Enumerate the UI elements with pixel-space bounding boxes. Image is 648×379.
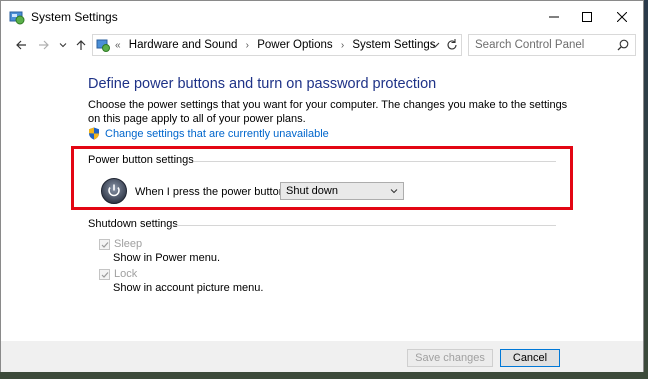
search-icon[interactable] [617, 39, 629, 51]
lock-label: Lock [114, 268, 138, 280]
checkmark-icon [101, 242, 109, 248]
highlight-box [71, 146, 573, 210]
chevron-down-icon[interactable] [429, 38, 441, 52]
page-description: Choose the power settings that you want … [88, 99, 568, 125]
sleep-checkbox[interactable] [99, 239, 110, 250]
search-input[interactable] [475, 38, 615, 52]
sleep-description: Show in Power menu. [113, 252, 220, 264]
page-title: Define power buttons and turn on passwor… [88, 76, 437, 92]
breadcrumb-overflow[interactable]: « [115, 40, 121, 51]
breadcrumb-system-settings[interactable]: System Settings [352, 39, 435, 51]
save-changes-button[interactable]: Save changes [407, 349, 493, 367]
shutdown-settings-label: Shutdown settings [88, 218, 178, 230]
lock-checkbox[interactable] [99, 269, 110, 280]
recent-locations-button[interactable] [55, 37, 71, 53]
change-settings-link-label[interactable]: Change settings that are currently unava… [105, 128, 329, 140]
arrow-right-icon [39, 40, 49, 50]
change-settings-link[interactable]: Change settings that are currently unava… [88, 127, 329, 140]
system-settings-window: System Settings « Hardware and Sound › P… [0, 0, 644, 372]
uac-shield-icon [89, 127, 99, 140]
forward-button[interactable] [36, 37, 52, 53]
refresh-icon[interactable] [445, 37, 459, 53]
control-panel-icon [96, 39, 110, 52]
chevron-right-icon[interactable]: › [246, 40, 249, 51]
maximize-icon [582, 11, 592, 22]
minimize-icon [549, 16, 559, 17]
up-button[interactable] [73, 37, 89, 53]
sleep-label: Sleep [114, 238, 143, 250]
checkmark-icon [101, 272, 109, 278]
window-title: System Settings [31, 10, 118, 24]
breadcrumb-hardware-and-sound[interactable]: Hardware and Sound [129, 39, 238, 51]
close-button[interactable] [599, 1, 645, 32]
chevron-right-icon[interactable]: › [341, 40, 344, 51]
lock-description: Show in account picture menu. [113, 282, 264, 294]
breadcrumb-power-options[interactable]: Power Options [257, 39, 332, 51]
navigation-bar: « Hardware and Sound › Power Options › S… [1, 32, 643, 58]
title-bar: System Settings [1, 1, 643, 32]
search-box[interactable] [468, 34, 636, 56]
control-panel-icon [9, 11, 25, 25]
chevron-down-icon [59, 43, 67, 48]
arrow-left-icon [16, 40, 26, 50]
back-button[interactable] [13, 37, 29, 53]
divider [174, 225, 556, 226]
address-bar[interactable]: « Hardware and Sound › Power Options › S… [92, 34, 462, 56]
close-icon [617, 11, 627, 22]
arrow-up-icon [76, 40, 86, 50]
dialog-footer: Save changes Cancel [1, 341, 643, 372]
cancel-button[interactable]: Cancel [500, 349, 560, 367]
breadcrumb: « Hardware and Sound › Power Options › S… [115, 39, 440, 51]
